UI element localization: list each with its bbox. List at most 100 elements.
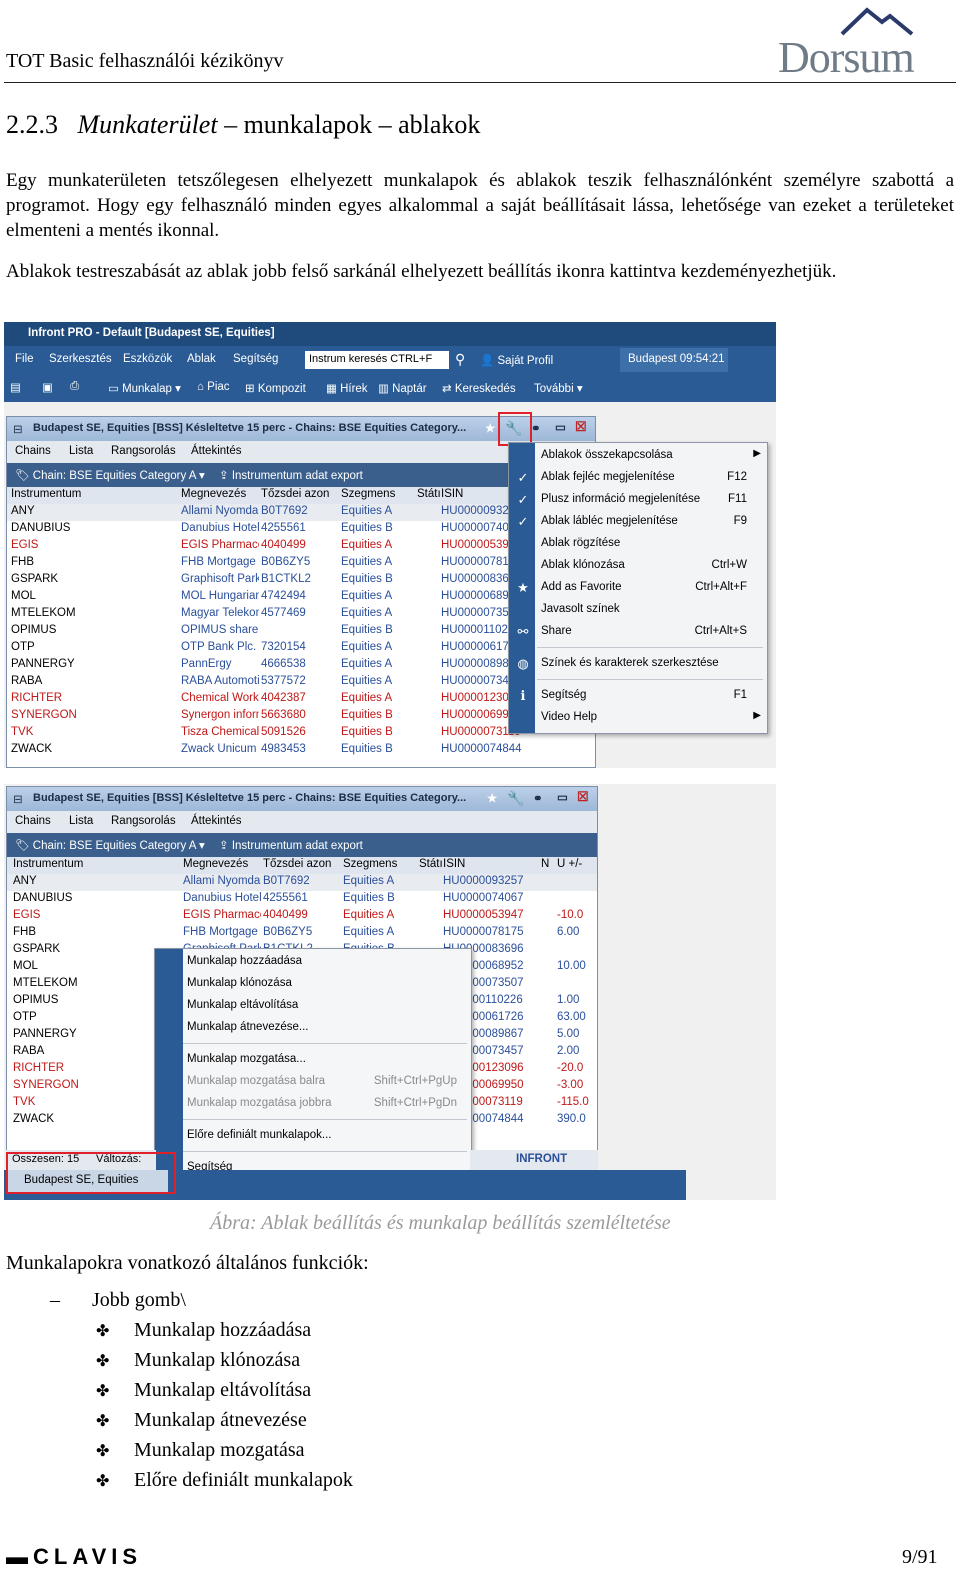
window-menu-item[interactable]: ✓ Ablak fejléc megjelenítése F12 bbox=[509, 467, 767, 489]
table-row[interactable]: OTPOTP Bank Plc.7320154Equities AHU00000… bbox=[7, 640, 595, 657]
table-cell: DANUBIUS bbox=[11, 522, 71, 534]
table-row[interactable]: RICHTERChemical Works4042387Equities AHU… bbox=[7, 691, 595, 708]
menu-window[interactable]: Ablak bbox=[187, 353, 216, 365]
column-header[interactable]: Instrumentum bbox=[11, 488, 81, 500]
link-icon-2[interactable]: ⚭ bbox=[533, 791, 543, 805]
layout-icon[interactable]: ▤ bbox=[10, 380, 21, 394]
tab-chains[interactable]: Chains bbox=[15, 445, 51, 457]
minimize-icon-2[interactable]: ▭ bbox=[557, 790, 568, 804]
table-row[interactable]: DANUBIUS Danubius Hotel ¿4255561 Equities … bbox=[7, 891, 597, 908]
worksheet-menu-item[interactable]: Előre definiált munkalapok... bbox=[155, 1125, 471, 1147]
table-row[interactable]: EGISEGIS Pharmaceu4040499Equities AHU000… bbox=[7, 908, 597, 925]
menu-file[interactable]: File bbox=[15, 353, 34, 365]
table-row[interactable]: MOLMOL Hungarian4742494Equities AHU00000… bbox=[7, 589, 595, 606]
column-header[interactable]: N bbox=[541, 858, 549, 870]
table-row[interactable]: SYNERGON Synergon inform5663680 Equities B… bbox=[7, 708, 595, 725]
worksheet-menu-item[interactable]: Munkalap eltávolítása bbox=[155, 995, 471, 1017]
tab-overview[interactable]: Áttekintés bbox=[191, 445, 242, 457]
window-menu-item[interactable]: ⚯ Share Ctrl+Alt+S bbox=[509, 621, 767, 643]
chain-selector-2[interactable]: 🏷 Chain: BSE Equities Category A ▾ bbox=[15, 838, 205, 852]
column-header[interactable]: Instrumentum bbox=[13, 858, 83, 870]
toolbar-market[interactable]: ⌂ Piac bbox=[197, 381, 230, 393]
dorsum-logo-text: Dorsum bbox=[778, 33, 915, 82]
tab-list-2[interactable]: Lista bbox=[69, 815, 93, 827]
instrument-search-input[interactable]: Instrum keresés CTRL+F bbox=[305, 351, 449, 369]
column-header[interactable]: Tőzsdei azon bbox=[261, 488, 329, 500]
favorite-star-icon[interactable]: ★ bbox=[485, 421, 495, 435]
table-row[interactable]: FHB FHB Mortgage B B0B6ZY5 Equities A HU0000… bbox=[7, 925, 597, 942]
menu-help[interactable]: Segítség bbox=[233, 353, 278, 365]
window-menu-item[interactable]: Ablakok összekapcsolása ▶ bbox=[509, 445, 767, 467]
toolbar-worksheet[interactable]: ▭ Munkalap ▾ bbox=[108, 381, 181, 395]
table-row[interactable]: EGISEGIS Pharmaceu4040499Equities AHU000… bbox=[7, 538, 595, 555]
tab-overview-2[interactable]: Áttekintés bbox=[191, 815, 242, 827]
window-menu-item[interactable]: ℹ Segítség F1 bbox=[509, 685, 767, 707]
column-header[interactable]: Szegmens bbox=[341, 488, 395, 500]
column-header[interactable]: Tőzsdei azon bbox=[263, 858, 331, 870]
column-header[interactable]: Megnevezés bbox=[183, 858, 248, 870]
table-row[interactable]: ANYÁllami Nyomda FB0T7692Equities AHU000… bbox=[7, 504, 595, 521]
worksheet-menu-item[interactable]: Munkalap klónozása bbox=[155, 973, 471, 995]
clock-text: Budapest 09:54:21 bbox=[628, 353, 725, 365]
column-header[interactable]: ISIN bbox=[443, 858, 465, 870]
table-cell: 2.00 bbox=[557, 1045, 580, 1057]
window-menu-item[interactable]: Ablak rögzítése bbox=[509, 533, 767, 555]
table-row[interactable]: ANYÁllami Nyomda FB0T7692Equities AHU000… bbox=[7, 874, 597, 891]
column-header[interactable]: U +/- bbox=[557, 858, 582, 870]
table-row[interactable]: RABARÁBA Automoti5377572Equities AHU0000… bbox=[7, 674, 595, 691]
tab-chains-2[interactable]: Chains bbox=[15, 815, 51, 827]
window-menu-item[interactable]: Ablak klónozása Ctrl+W bbox=[509, 555, 767, 577]
close-icon[interactable]: ☒ bbox=[575, 419, 587, 435]
toolbar-more[interactable]: További ▾ bbox=[534, 381, 583, 395]
worksheet-menu-item[interactable]: Munkalap mozgatása... bbox=[155, 1049, 471, 1071]
column-header[interactable]: Státı bbox=[417, 488, 441, 500]
export-button[interactable]: ⇪ Instrumentum adat export bbox=[219, 468, 363, 482]
column-header[interactable]: Megnevezés bbox=[181, 488, 246, 500]
window-menu-item[interactable]: Video Help ▶ bbox=[509, 707, 767, 729]
print-icon[interactable]: ⎙ bbox=[70, 380, 79, 393]
table-row[interactable]: GSPARKGraphisoft ParkB1CTKL2Equities BHU… bbox=[7, 572, 595, 589]
link-icon[interactable]: ⚭ bbox=[531, 421, 541, 435]
tab-ranking[interactable]: Rangsorolás bbox=[111, 445, 176, 457]
profile-button[interactable]: 👤 Saját Profil bbox=[480, 353, 553, 367]
toolbar-news[interactable]: ▦ Hírek bbox=[326, 381, 368, 395]
table-cell: PANNERGY bbox=[11, 658, 75, 670]
table-cell: -20.0 bbox=[557, 1062, 584, 1074]
tab-ranking-2[interactable]: Rangsorolás bbox=[111, 815, 176, 827]
column-header[interactable]: Státı bbox=[419, 858, 443, 870]
menu-edit[interactable]: Szerkesztés bbox=[49, 353, 112, 365]
window-menu-item[interactable]: ★ Add as Favorite Ctrl+Alt+F bbox=[509, 577, 767, 599]
toolbar-composite[interactable]: ⊞ Kompozit bbox=[245, 381, 306, 395]
column-header[interactable]: Szegmens bbox=[343, 858, 397, 870]
table-row[interactable]: MTELEKOMMagyar Telekom4577469Equities AH… bbox=[7, 606, 595, 623]
window-menu-item[interactable]: Javasolt színek bbox=[509, 599, 767, 621]
table-row[interactable]: ZWACK Zwack Unicum 4983453 Equities B HU0000… bbox=[7, 742, 595, 759]
table-row[interactable]: PANNERGYPannErgy4666538Equities AHU00000… bbox=[7, 657, 595, 674]
minimize-icon[interactable]: ▭ bbox=[555, 420, 566, 434]
save-icon[interactable]: ▣ bbox=[42, 380, 53, 394]
toolbar-calendar[interactable]: ▥ Naptár bbox=[378, 381, 427, 395]
table-row[interactable]: OPIMUS OPIMUS share Equities B HU0000110226 bbox=[7, 623, 595, 640]
worksheet-menu-item[interactable]: Munkalap hozzáadása bbox=[155, 951, 471, 973]
window-menu-item[interactable]: ◍ Színek és karakterek szerkesztése bbox=[509, 653, 767, 675]
column-header[interactable]: ISIN bbox=[441, 488, 463, 500]
tab-list[interactable]: Lista bbox=[69, 445, 93, 457]
table-row[interactable]: TVKTisza Chemical C5091526Equities BHU00… bbox=[7, 725, 595, 742]
export-button-2[interactable]: ⇪ Instrumentum adat export bbox=[219, 838, 363, 852]
menu-tools[interactable]: Eszközök bbox=[123, 353, 172, 365]
close-icon-2[interactable]: ☒ bbox=[577, 789, 589, 805]
table-row[interactable]: DANUBIUS Danubius Hotel ¿4255561 Equities … bbox=[7, 521, 595, 538]
window-menu-item[interactable]: ✓ Ablak lábléc megjelenítése F9 bbox=[509, 511, 767, 533]
toolbar-trading[interactable]: ⇄ Kereskedés bbox=[442, 381, 516, 395]
app-title: Infront PRO - Default [Budapest SE, Equi… bbox=[28, 327, 275, 339]
wrench-icon-2[interactable]: 🔧 bbox=[507, 790, 524, 807]
worksheet-menu-item[interactable]: Munkalap átnevezése... bbox=[155, 1017, 471, 1039]
table-row[interactable]: FHB FHB Mortgage B B0B6ZY5 Equities A HU0000… bbox=[7, 555, 595, 572]
search-icon[interactable]: ⚲ bbox=[455, 351, 465, 368]
worksheet-menu-item[interactable]: Munkalap mozgatása jobbra Shift+Ctrl+PgDn bbox=[155, 1093, 471, 1115]
window-menu-item[interactable]: ✓ Plusz információ megjelenítése F11 bbox=[509, 489, 767, 511]
chain-selector[interactable]: 🏷 Chain: BSE Equities Category A ▾ bbox=[15, 468, 205, 482]
favorite-star-icon-2[interactable]: ★ bbox=[487, 791, 497, 805]
menu-item-label: Előre definiált munkalapok... bbox=[187, 1129, 332, 1141]
worksheet-menu-item[interactable]: Munkalap mozgatása balra Shift+Ctrl+PgUp bbox=[155, 1071, 471, 1093]
